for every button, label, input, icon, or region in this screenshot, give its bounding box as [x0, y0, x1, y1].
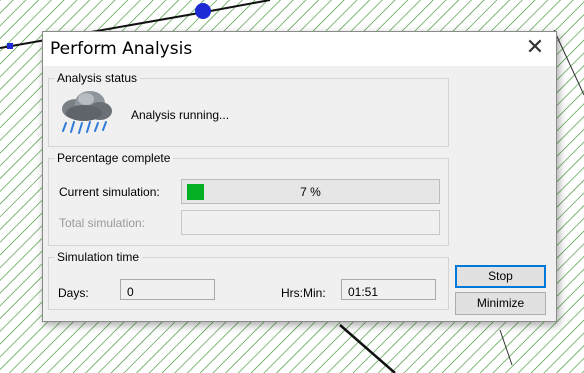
current-simulation-percent: 7 % — [300, 185, 321, 199]
total-simulation-label: Total simulation: — [59, 216, 146, 230]
close-icon[interactable]: ✕ — [522, 36, 548, 62]
simulation-time-group: Simulation time Days: 0 Hrs:Min: 01:51 — [48, 250, 449, 310]
title-bar[interactable]: Perform Analysis ✕ — [43, 32, 556, 66]
rain-cloud-icon — [56, 87, 114, 140]
minimize-button[interactable]: Minimize — [455, 292, 546, 315]
current-simulation-label: Current simulation: — [59, 185, 160, 199]
hrs-min-label: Hrs:Min: — [281, 286, 326, 300]
dialog-title: Perform Analysis — [50, 39, 193, 59]
analysis-status-text: Analysis running... — [131, 108, 230, 122]
perform-analysis-dialog: Perform Analysis ✕ Analysis status Analy… — [42, 31, 557, 322]
map-node — [195, 3, 211, 19]
days-field: 0 — [120, 279, 215, 300]
analysis-status-legend: Analysis status — [54, 71, 141, 85]
simulation-time-legend: Simulation time — [54, 250, 143, 264]
percentage-complete-legend: Percentage complete — [54, 151, 174, 165]
analysis-status-group: Analysis status Analysis running... — [48, 71, 449, 147]
total-simulation-progress — [181, 210, 440, 235]
days-label: Days: — [58, 286, 89, 300]
hrs-min-field: 01:51 — [341, 279, 436, 300]
stop-button[interactable]: Stop — [455, 265, 546, 288]
current-simulation-progress: 7 % — [181, 179, 440, 204]
map-node-square — [7, 43, 13, 49]
percentage-complete-group: Percentage complete Current simulation: … — [48, 151, 449, 246]
